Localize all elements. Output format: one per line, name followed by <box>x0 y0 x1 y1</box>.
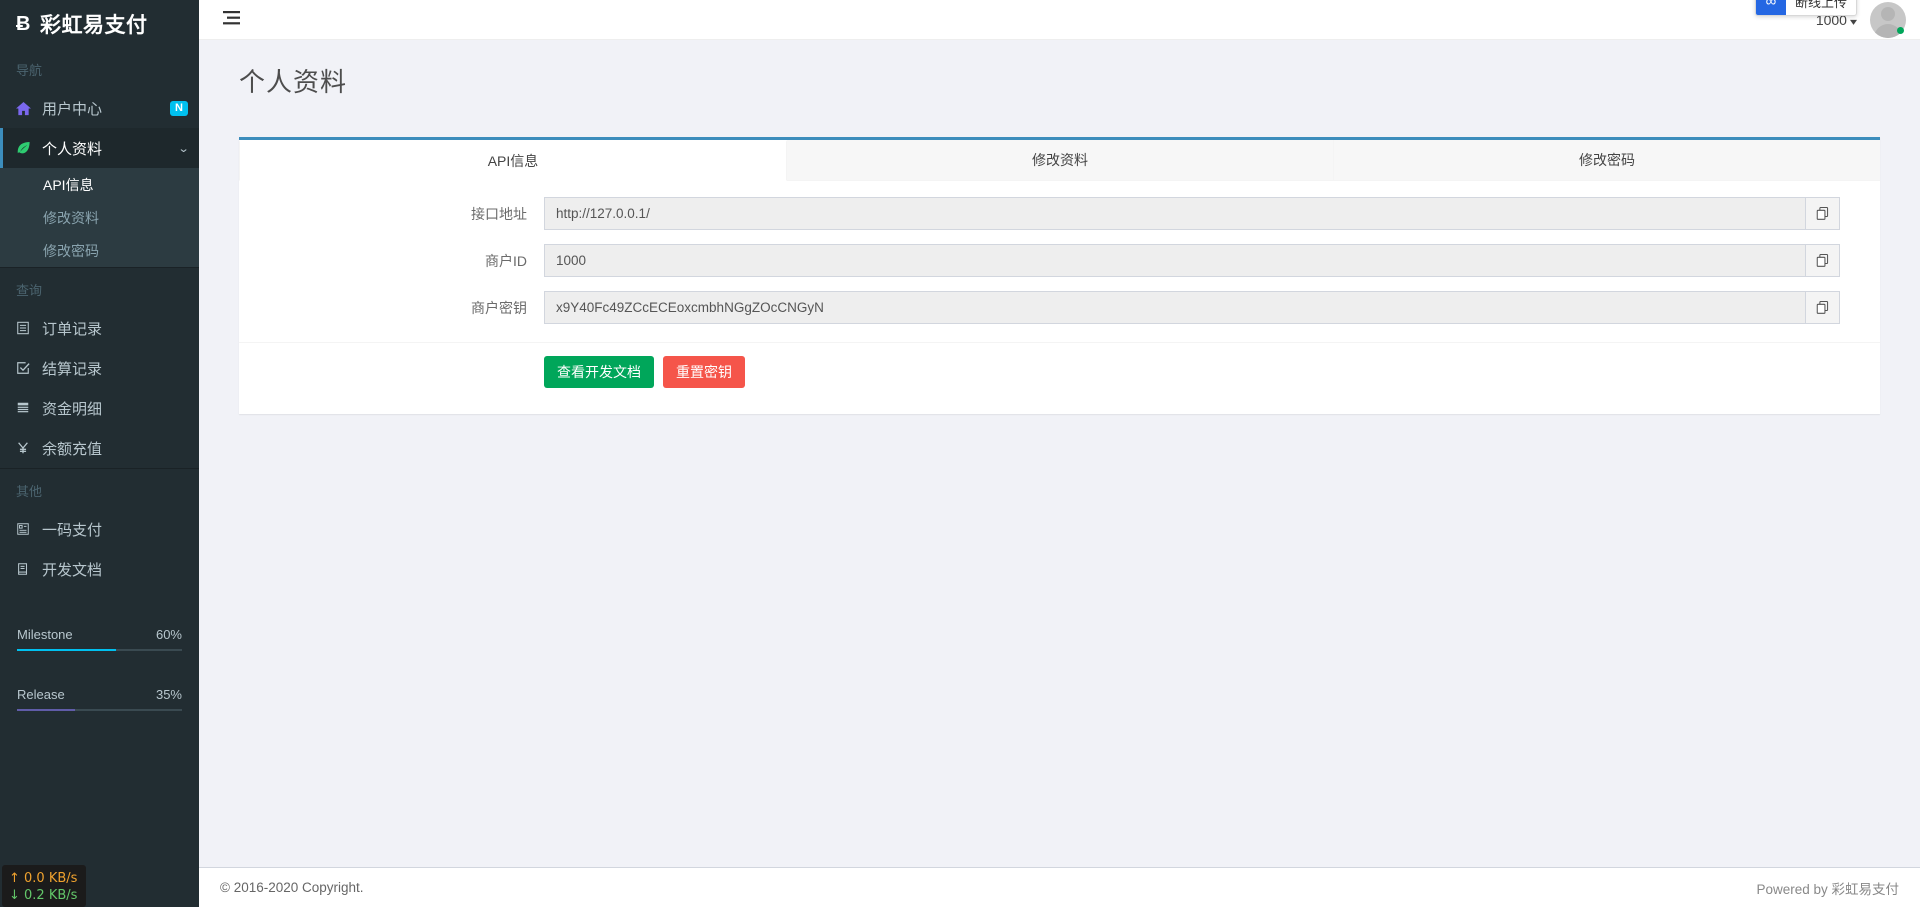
field-label: 商户密钥 <box>239 298 544 318</box>
sidebar-item-label: 用户中心 <box>42 98 170 119</box>
field-label: 接口地址 <box>239 204 544 224</box>
download-speed: ↓ 0.2 KB/s <box>9 887 79 904</box>
sidebar-item-order-records[interactable]: 订单记录 <box>0 308 199 348</box>
sidebar-section-other-header: 其他 <box>0 469 199 509</box>
sidebar-item-fund-details[interactable]: 资金明细 <box>0 388 199 428</box>
upload-speed: ↑ 0.0 KB/s <box>9 870 79 887</box>
progress-milestone: Milestone 60% <box>0 617 199 655</box>
form-row-api-url: 接口地址 <box>239 197 1880 230</box>
input-group <box>544 244 1840 277</box>
list-icon <box>16 321 42 335</box>
sidebar-item-balance-recharge[interactable]: 余额充值 <box>0 428 199 468</box>
sidebar-item-profile[interactable]: 个人资料 ⌄ <box>0 128 199 168</box>
avatar-head <box>1881 7 1895 21</box>
api-info-panel: API信息 修改资料 修改密码 接口地址 商户ID <box>239 137 1880 414</box>
extension-popup[interactable]: ∞ 断线上传 <box>1755 0 1857 16</box>
tab-label: 修改资料 <box>1032 150 1088 170</box>
sidebar-section-nav-header: 导航 <box>0 48 199 88</box>
field-label: 商户ID <box>239 251 544 271</box>
copy-icon[interactable] <box>1805 291 1840 324</box>
progress-fill <box>17 649 116 651</box>
tab-label: API信息 <box>488 151 539 171</box>
api-info-form: 接口地址 商户ID 商户密钥 <box>239 181 1880 414</box>
online-status-dot <box>1897 27 1904 34</box>
api-url-input[interactable] <box>544 197 1805 230</box>
copyright-text: © 2016-2020 Copyright. <box>220 880 1756 895</box>
link-icon: ∞ <box>1756 0 1786 15</box>
sidebar-item-dev-docs[interactable]: 开发文档 <box>0 549 199 589</box>
sidebar-item-label: 开发文档 <box>42 559 188 580</box>
reset-key-button[interactable]: 重置密钥 <box>663 356 745 388</box>
progress-percent: 35% <box>156 687 182 702</box>
input-group <box>544 291 1840 324</box>
tab-edit-profile[interactable]: 修改资料 <box>787 140 1334 180</box>
chevron-down-icon: ⌄ <box>177 142 189 155</box>
sidebar-item-label: 订单记录 <box>42 318 188 339</box>
top-navbar: 1000▾ <box>199 0 1920 40</box>
sidebar-item-change-password[interactable]: 修改密码 <box>0 234 199 267</box>
home-icon <box>16 101 42 116</box>
progress-label: Release <box>17 687 65 702</box>
sidebar-item-label: 余额充值 <box>42 438 188 459</box>
sidebar-submenu-profile: API信息 修改资料 修改密码 <box>0 168 199 267</box>
form-row-merchant-key: 商户密钥 <box>239 291 1880 324</box>
copy-icon[interactable] <box>1805 244 1840 277</box>
bitcoin-icon: Ƀ <box>16 13 31 36</box>
form-row-merchant-id: 商户ID <box>239 244 1880 277</box>
input-group <box>544 197 1840 230</box>
sidebar-section-query-header: 查询 <box>0 268 199 308</box>
view-dev-docs-button[interactable]: 查看开发文档 <box>544 356 654 388</box>
sidebar-item-label: 结算记录 <box>42 358 188 379</box>
sidebar-item-api-info[interactable]: API信息 <box>0 168 199 201</box>
progress-track <box>17 649 182 651</box>
sidebar-item-user-center[interactable]: 用户中心 N <box>0 88 199 128</box>
progress-release: Release 35% <box>0 677 199 715</box>
progress-fill <box>17 709 75 711</box>
yen-icon <box>16 441 42 455</box>
brand-name: 彩虹易支付 <box>40 9 148 39</box>
tab-label: 修改密码 <box>1579 150 1635 170</box>
tab-change-password[interactable]: 修改密码 <box>1334 140 1880 180</box>
sidebar-subitem-label: 修改密码 <box>43 241 99 261</box>
sidebar-item-settlement-records[interactable]: 结算记录 <box>0 348 199 388</box>
progress-track <box>17 709 182 711</box>
main-content: 个人资料 API信息 修改资料 修改密码 接口地址 <box>199 40 1920 867</box>
leaf-icon <box>16 141 42 156</box>
qrcode-icon <box>16 522 42 536</box>
copy-icon[interactable] <box>1805 197 1840 230</box>
sidebar-item-edit-profile[interactable]: 修改资料 <box>0 201 199 234</box>
powered-by-text: Powered by 彩虹易支付 <box>1756 878 1899 898</box>
extension-popup-label: 断线上传 <box>1786 0 1856 11</box>
hamburger-icon[interactable] <box>223 11 240 28</box>
sidebar-subitem-label: 修改资料 <box>43 208 99 228</box>
sidebar-item-onecode-pay[interactable]: 一码支付 <box>0 509 199 549</box>
chevron-down-icon: ▾ <box>1850 17 1857 28</box>
network-speed-indicator: ↑ 0.0 KB/s ↓ 0.2 KB/s <box>2 865 86 907</box>
sidebar-item-label: 资金明细 <box>42 398 188 419</box>
progress-percent: 60% <box>156 627 182 642</box>
progress-label: Milestone <box>17 627 73 642</box>
brand-logo[interactable]: Ƀ 彩虹易支付 <box>0 0 199 48</box>
sidebar-item-label: 个人资料 <box>42 138 179 159</box>
merchant-id-input[interactable] <box>544 244 1805 277</box>
form-actions: 查看开发文档 重置密钥 <box>239 342 1880 408</box>
footer: © 2016-2020 Copyright. Powered by 彩虹易支付 <box>199 867 1920 907</box>
book-icon <box>16 562 42 576</box>
page-title: 个人资料 <box>199 40 1920 99</box>
status-badge: N <box>170 101 188 116</box>
bars-icon <box>16 401 42 415</box>
merchant-key-input[interactable] <box>544 291 1805 324</box>
sidebar-subitem-label: API信息 <box>43 175 94 195</box>
tab-strip: API信息 修改资料 修改密码 <box>239 140 1880 181</box>
check-square-icon <box>16 361 42 375</box>
tab-api-info[interactable]: API信息 <box>239 140 787 181</box>
sidebar-item-label: 一码支付 <box>42 519 188 540</box>
sidebar: Ƀ 彩虹易支付 导航 用户中心 N 个人资料 ⌄ API信息 修改资料 修改密码… <box>0 0 199 907</box>
